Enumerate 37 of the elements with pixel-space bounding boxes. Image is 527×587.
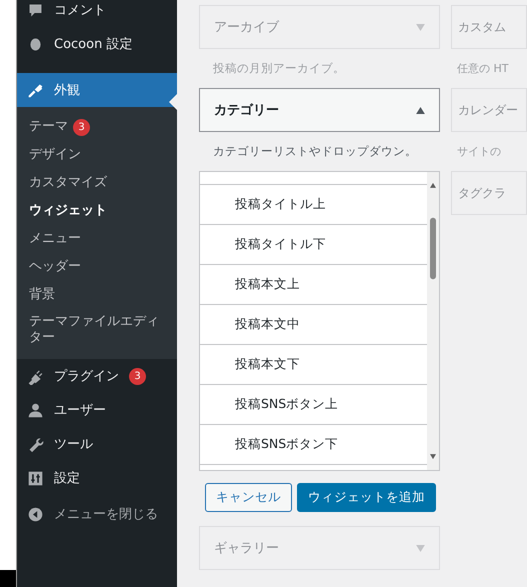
submenu-item[interactable]: ウィジェット (17, 197, 177, 225)
pointer-icon (169, 94, 177, 110)
submenu-item[interactable]: 背景 (17, 281, 177, 309)
count-badge: 3 (129, 368, 146, 384)
speech-bubble-icon (27, 2, 44, 18)
collapse-icon (27, 506, 44, 522)
menu-item[interactable]: 設定 (17, 461, 177, 495)
submenu-item[interactable]: ヘッダー (17, 253, 177, 281)
submenu-item[interactable]: メニュー (17, 225, 177, 253)
widget-description: カテゴリーリストやドロップダウン。 (212, 143, 418, 160)
paintbrush-icon (27, 82, 44, 98)
menu-item[interactable]: ユーザー (17, 393, 177, 427)
menu-item[interactable]: 外観 (17, 73, 177, 107)
user-icon (27, 402, 44, 418)
expand-arrow-icon (416, 544, 425, 552)
expand-arrow-icon (416, 24, 425, 30)
plug-icon (27, 368, 44, 384)
collapse-arrow-icon (416, 106, 425, 114)
sliders-icon (27, 470, 44, 486)
menu-item[interactable]: ツール (17, 427, 177, 461)
widget-description: 任意の HT (456, 61, 510, 77)
menu-item[interactable]: コメント (17, 0, 177, 27)
menu-item[interactable]: Cocoon 設定 (17, 27, 177, 61)
submenu-item[interactable]: カスタマイズ (17, 169, 177, 197)
scrollbar[interactable] (427, 172, 439, 470)
wrench-icon (27, 436, 44, 452)
submenu-item[interactable]: テーマ 3 (17, 113, 177, 141)
add-widget-button[interactable]: ウィジェットを追加 (297, 483, 436, 512)
cancel-button[interactable]: キャンセル (205, 483, 292, 512)
submenu-item[interactable]: テーマファイルエディター (17, 309, 177, 351)
widget-description: 投稿の月別アーカイブ。 (212, 60, 346, 77)
menu-item[interactable]: プラグイン 3 (17, 359, 177, 393)
widget-description: サイトの (456, 144, 502, 160)
widget-header[interactable]: カテゴリー (199, 88, 440, 132)
collapse-menu-button[interactable]: メニューを閉じる (17, 497, 177, 531)
count-badge: 3 (73, 118, 90, 136)
submenu-item[interactable]: デザイン (17, 141, 177, 169)
